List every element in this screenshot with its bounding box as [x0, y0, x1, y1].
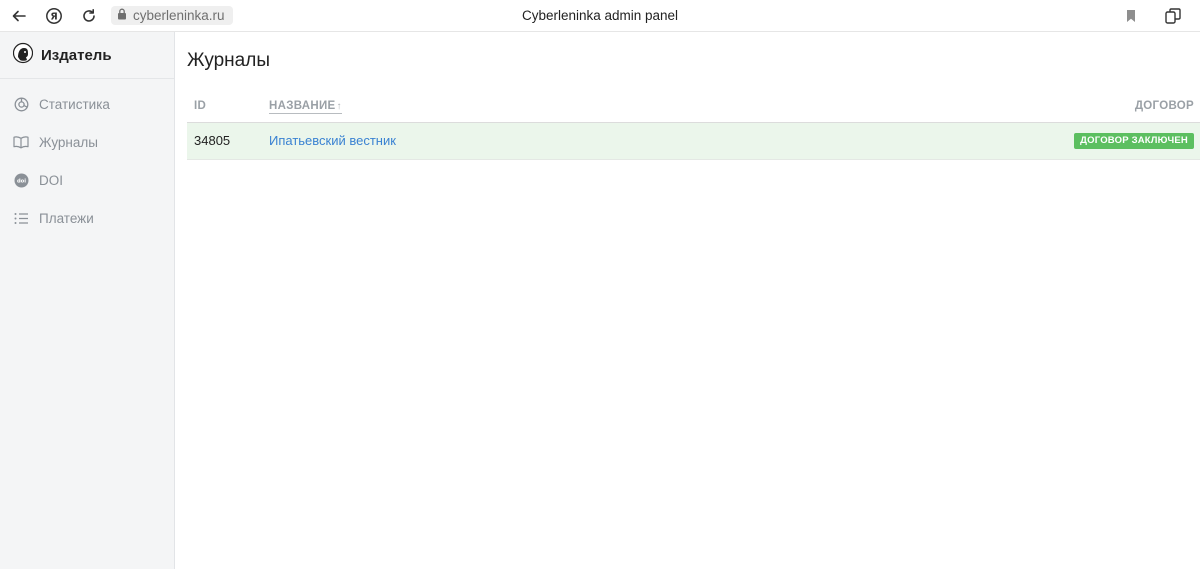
sidebar: Издатель Статистика Журналы doi DOI Плат… — [0, 32, 175, 569]
book-icon — [13, 134, 29, 150]
sidebar-item-doi[interactable]: doi DOI — [0, 161, 174, 199]
sidebar-item-statistics[interactable]: Статистика — [0, 85, 174, 123]
lock-icon — [117, 7, 127, 25]
doi-icon: doi — [13, 172, 29, 188]
sort-arrow-icon: ↑ — [336, 101, 342, 112]
table-row[interactable]: 34805 Ипатьевский вестник ДОГОВОР ЗАКЛЮЧ… — [187, 123, 1200, 160]
page-title: Журналы — [187, 50, 270, 71]
column-header-name-label: НАЗВАНИЕ — [269, 100, 336, 112]
column-header-name[interactable]: НАЗВАНИЕ↑ — [269, 100, 342, 114]
sidebar-item-label: Платежи — [39, 210, 94, 226]
list-icon — [13, 210, 29, 226]
svg-text:doi: doi — [16, 178, 25, 184]
tabs-icon[interactable] — [1163, 6, 1183, 26]
url-text: cyberleninka.ru — [133, 8, 225, 23]
reload-icon[interactable] — [79, 6, 99, 26]
browser-toolbar: Я cyberleninka.ru Cyberleninka admin pan… — [0, 0, 1200, 32]
table-header: ID НАЗВАНИЕ↑ ДОГОВОР — [187, 94, 1200, 123]
sidebar-nav: Статистика Журналы doi DOI Платежи — [0, 79, 174, 237]
sidebar-item-label: Журналы — [39, 134, 98, 150]
column-header-id[interactable]: ID — [194, 100, 206, 112]
journal-id: 34805 — [194, 133, 231, 148]
status-badge: ДОГОВОР ЗАКЛЮЧЕН — [1074, 133, 1194, 149]
column-header-contract[interactable]: ДОГОВОР — [1135, 100, 1194, 112]
address-bar[interactable]: cyberleninka.ru — [111, 6, 233, 25]
svg-text:Я: Я — [50, 12, 57, 23]
journal-name-link[interactable]: Ипатьевский вестник — [269, 133, 396, 148]
back-arrow-icon[interactable] — [9, 6, 29, 26]
sidebar-item-label: Статистика — [39, 96, 110, 112]
main-content: Журналы ID НАЗВАНИЕ↑ ДОГОВОР 34805 Ипать… — [187, 32, 1200, 569]
publisher-avatar-icon — [12, 42, 34, 69]
sidebar-item-payments[interactable]: Платежи — [0, 199, 174, 237]
bookmark-icon[interactable] — [1121, 6, 1141, 26]
sidebar-brand-title: Издатель — [41, 46, 112, 64]
sidebar-item-label: DOI — [39, 172, 64, 188]
chart-circle-icon — [13, 96, 29, 112]
sidebar-brand[interactable]: Издатель — [0, 32, 174, 79]
journals-table: ID НАЗВАНИЕ↑ ДОГОВОР 34805 Ипатьевский в… — [187, 94, 1200, 160]
sidebar-item-journals[interactable]: Журналы — [0, 123, 174, 161]
yandex-icon[interactable]: Я — [44, 6, 64, 26]
